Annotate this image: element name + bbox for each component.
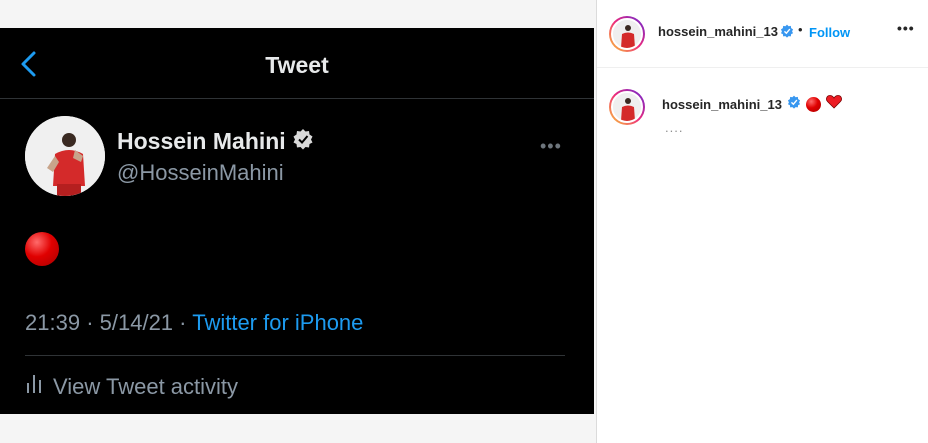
header-dot: •	[798, 22, 803, 37]
meta-separator: ·	[179, 310, 187, 335]
activity-bars-icon	[25, 373, 43, 401]
tweet-display-name[interactable]: Hossein Mahini	[117, 128, 286, 155]
caption-text: ....	[665, 120, 684, 135]
tweet-handle[interactable]: @HosseinMahini	[117, 160, 284, 186]
tweet-avatar[interactable]	[25, 116, 105, 196]
caption-row: hossein_mahini_13	[662, 94, 842, 114]
tweet-meta: 21:39 · 5/14/21 · Twitter for iPhone	[25, 310, 363, 336]
verified-badge-icon	[780, 24, 794, 43]
activity-label: View Tweet activity	[53, 374, 239, 399]
post-header: hossein_mahini_13 • Follow •••	[597, 0, 928, 68]
red-heart-emoji-icon	[826, 94, 842, 114]
view-tweet-activity-button[interactable]: View Tweet activity	[25, 373, 238, 401]
tweet-title: Tweet	[265, 52, 329, 78]
tweet-name-row: Hossein Mahini	[117, 128, 314, 155]
verified-badge-icon	[292, 128, 314, 155]
meta-separator: ·	[86, 310, 94, 335]
caption-username[interactable]: hossein_mahini_13	[662, 97, 782, 112]
tweet-screenshot: Tweet Hossein Mahini @HosseinMahini •••	[0, 28, 594, 414]
verified-badge-icon	[787, 95, 801, 114]
instagram-side-panel: hossein_mahini_13 • Follow ••• hossein_m…	[596, 0, 928, 443]
red-circle-emoji-icon	[25, 232, 59, 266]
header-avatar[interactable]	[609, 16, 645, 52]
more-horizontal-icon[interactable]: •••	[540, 136, 562, 157]
tweet-header: Tweet	[0, 28, 594, 99]
divider	[25, 355, 565, 356]
tweet-time: 21:39	[25, 310, 81, 335]
red-circle-emoji-icon	[805, 96, 821, 112]
tweet-source-link[interactable]: Twitter for iPhone	[192, 310, 363, 335]
follow-button[interactable]: Follow	[809, 25, 850, 40]
post-media: Tweet Hossein Mahini @HosseinMahini •••	[0, 0, 596, 443]
caption-avatar[interactable]	[609, 89, 645, 125]
tweet-body	[25, 232, 59, 271]
tweet-date: 5/14/21	[99, 310, 174, 335]
header-username[interactable]: hossein_mahini_13	[658, 24, 778, 39]
options-ellipsis-icon[interactable]: •••	[897, 20, 915, 36]
